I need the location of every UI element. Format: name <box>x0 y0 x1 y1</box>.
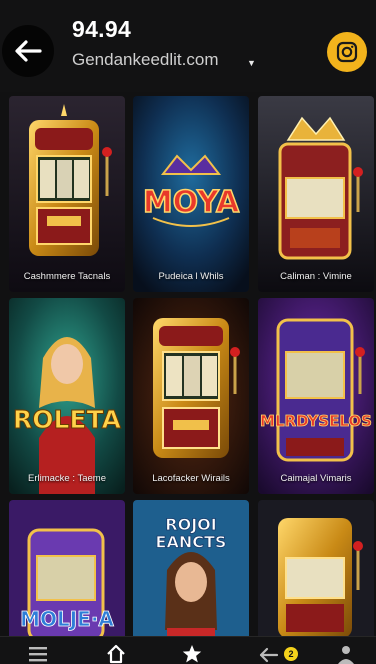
game-card[interactable]: Cashmmere Tacnals <box>9 96 125 292</box>
game-card[interactable]: ROJOI EANCTS <box>133 500 249 636</box>
game-title: Pudeica l Whils <box>158 271 224 282</box>
slot-machine-image: MOLJE·A <box>9 500 125 636</box>
menu-icon <box>29 647 47 662</box>
instagram-icon <box>336 41 358 63</box>
chevron-down-icon[interactable]: ▼ <box>247 58 256 68</box>
game-title: Lacofacker Wirails <box>152 473 230 484</box>
character-art-image: ROJOI EANCTS <box>133 500 249 636</box>
game-logo-text: ROJOI EANCTS <box>156 515 227 552</box>
character-art-image: ROLETA <box>9 298 125 494</box>
star-icon <box>182 645 202 663</box>
arrow-left-icon <box>15 40 42 62</box>
home-icon <box>107 644 125 664</box>
game-logo-text: ROLETA <box>13 405 122 434</box>
instagram-button[interactable] <box>327 32 367 72</box>
game-title: Caliman : Vimine <box>280 271 352 282</box>
game-card[interactable] <box>258 500 374 636</box>
game-card[interactable]: Lacofacker Wirails <box>133 298 249 494</box>
game-logo-text: MOYA <box>143 185 240 220</box>
slot-machine-image: MLRDYSELOS <box>258 298 374 494</box>
top-bar: 94.94 Gendankeedlit.com ▼ <box>0 0 376 92</box>
game-title: Cashmmere Tacnals <box>23 271 111 282</box>
game-card[interactable]: MLRDYSELOS Caimajal Vimaris <box>258 298 374 494</box>
home-button[interactable] <box>105 643 127 664</box>
slot-machine-image <box>133 298 249 494</box>
slot-machine-image <box>9 96 125 292</box>
game-title: Caimajal Vimaris <box>280 473 352 484</box>
game-card[interactable]: Caliman : Vimine <box>258 96 374 292</box>
game-card[interactable]: MOYA Pudeica l Whils <box>133 96 249 292</box>
profile-icon <box>338 646 354 664</box>
games-grid: Cashmmere Tacnals MOYA Pudeica l Whils C… <box>0 92 376 636</box>
wallet-icon <box>259 647 279 663</box>
game-card[interactable]: MOLJE·A <box>9 500 125 636</box>
game-logo-image: MOYA <box>133 96 249 292</box>
game-logo-text: MLRDYSELOS <box>260 412 372 430</box>
profile-button[interactable] <box>335 643 357 664</box>
slot-machine-image <box>258 96 374 292</box>
notification-badge: 2 <box>284 647 298 661</box>
slot-machine-image <box>258 500 374 636</box>
back-button[interactable] <box>2 25 54 77</box>
menu-button[interactable] <box>27 643 49 664</box>
balance-amount: 94.94 <box>72 16 132 42</box>
wallet-button[interactable] <box>258 643 280 664</box>
bottom-navigation: 2 <box>0 636 376 664</box>
site-name[interactable]: Gendankeedlit.com <box>72 50 218 70</box>
favorites-button[interactable] <box>181 643 203 664</box>
game-card[interactable]: ROLETA Erlimacke : Taeme <box>9 298 125 494</box>
app-screen: 94.94 Gendankeedlit.com ▼ Cashmmere Tacn… <box>0 0 376 664</box>
game-title: Erlimacke : Taeme <box>28 473 106 484</box>
game-logo-text: MOLJE·A <box>20 607 114 631</box>
